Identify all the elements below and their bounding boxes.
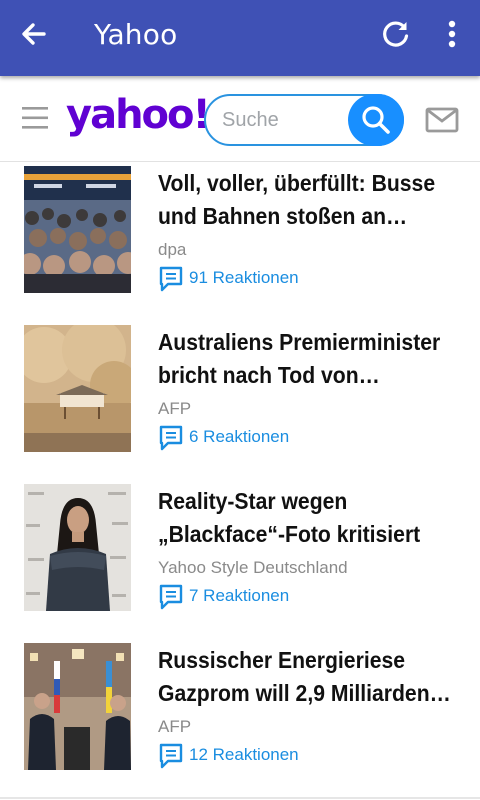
comment-icon [159,425,183,451]
search-button[interactable] [348,94,404,146]
article-item[interactable]: Reality-Star wegen „Blackface“-Foto krit… [0,481,480,641]
article-item[interactable]: Australiens Premierminister bricht nach … [0,322,480,482]
comment-icon [159,743,183,769]
more-vert-icon[interactable] [438,14,466,54]
article-thumbnail-crowd [24,166,131,293]
app-title: Yahoo [94,18,178,51]
arrow-left-icon[interactable] [14,14,54,54]
reactions-count[interactable]: 6 Reaktionen [189,427,289,447]
reactions-count[interactable]: 12 Reaktionen [189,745,299,765]
article-title[interactable]: Australiens Premierminister bricht nach … [158,326,452,392]
article-thumbnail-smoke [24,325,131,452]
article-item[interactable]: Russischer Energieriese Gazprom will 2,9… [0,640,480,800]
search-input[interactable]: Suche [222,109,279,132]
article-title[interactable]: Reality-Star wegen „Blackface“-Foto krit… [158,485,452,551]
search-box[interactable]: Suche [204,94,404,146]
yahoo-logo[interactable]: yahoo! [66,92,211,138]
list-divider [0,797,480,799]
refresh-icon[interactable] [376,14,416,54]
comment-icon [159,584,183,610]
hamburger-icon[interactable] [20,104,50,132]
comment-icon [159,266,183,292]
article-source: Yahoo Style Deutschland [158,558,348,577]
article-item[interactable]: Voll, voller, überfüllt: Busse und Bahne… [0,163,480,323]
news-feed: Voll, voller, überfüllt: Busse und Bahne… [0,163,480,800]
article-thumbnail-celebrity [24,484,131,611]
article-title[interactable]: Russischer Energieriese Gazprom will 2,9… [158,644,452,710]
search-icon [362,106,390,134]
mail-icon[interactable] [424,106,460,134]
article-source: AFP [158,399,192,418]
article-title[interactable]: Voll, voller, überfüllt: Busse und Bahne… [158,167,452,233]
article-source: dpa [158,240,187,259]
yahoo-header: yahoo! Suche [0,76,480,162]
article-thumbnail-press-conference [24,643,131,770]
reactions-count[interactable]: 7 Reaktionen [189,586,289,606]
article-source: AFP [158,717,192,736]
app-bar: Yahoo [0,0,480,76]
reactions-count[interactable]: 91 Reaktionen [189,268,299,288]
